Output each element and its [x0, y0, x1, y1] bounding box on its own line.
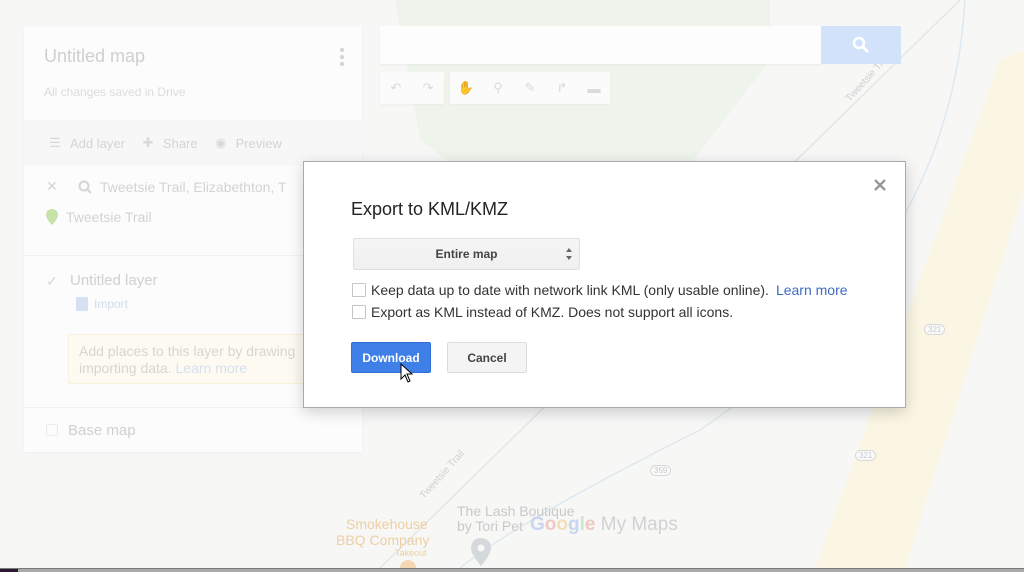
- more-options-icon[interactable]: [340, 48, 344, 66]
- download-button[interactable]: Download: [351, 342, 431, 373]
- poi-sublabel: Takeout: [395, 548, 427, 558]
- file-icon: [76, 297, 88, 311]
- add-person-icon: ✚: [142, 135, 154, 150]
- close-icon: [874, 179, 886, 191]
- poi-label[interactable]: by Tori Pet: [457, 518, 523, 534]
- network-link-checkbox[interactable]: [352, 283, 366, 297]
- cancel-button[interactable]: Cancel: [447, 342, 527, 373]
- poi-label[interactable]: BBQ Company: [336, 532, 429, 548]
- search-icon: [852, 36, 870, 54]
- marker-icon[interactable]: ⚲: [482, 72, 514, 104]
- place-name[interactable]: Tweetsie Trail: [66, 209, 152, 225]
- taskbar: [0, 568, 1024, 572]
- save-status: All changes saved in Drive: [44, 85, 186, 99]
- add-layer-button[interactable]: ☰ Add layer: [46, 135, 125, 151]
- layer-checkbox[interactable]: ✓: [46, 274, 60, 288]
- draw-line-icon[interactable]: ✎: [514, 72, 546, 104]
- export-kml-checkbox[interactable]: [352, 305, 366, 319]
- map-title[interactable]: Untitled map: [44, 46, 342, 67]
- learn-more-link[interactable]: Learn more: [176, 360, 248, 376]
- close-icon[interactable]: ✕: [46, 178, 60, 195]
- search-button[interactable]: [821, 26, 901, 64]
- select-arrows-icon: [566, 248, 572, 260]
- learn-more-link[interactable]: Learn more: [776, 282, 848, 298]
- layer-name[interactable]: Untitled layer: [70, 272, 158, 289]
- poi-label[interactable]: Smokehouse: [346, 516, 428, 532]
- route-shield: 321: [924, 324, 946, 335]
- map-toolbar: ↶ ↷ ✋ ⚲ ✎ ↱ ▬: [380, 72, 614, 104]
- map-pin-icon[interactable]: [470, 537, 492, 567]
- layers-icon: ☰: [49, 135, 61, 150]
- expand-icon[interactable]: [46, 424, 58, 436]
- search-query[interactable]: Tweetsie Trail, Elizabethton, T: [100, 179, 287, 195]
- network-link-option: Keep data up to date with network link K…: [352, 282, 848, 298]
- export-kml-option: Export as KML instead of KMZ. Does not s…: [352, 304, 733, 320]
- dialog-title: Export to KML/KMZ: [351, 199, 509, 219]
- redo-icon[interactable]: ↷: [412, 72, 444, 104]
- hand-icon[interactable]: ✋: [450, 72, 482, 104]
- ruler-icon[interactable]: ▬: [578, 72, 610, 104]
- share-button[interactable]: ✚ Share: [139, 135, 197, 151]
- undo-icon[interactable]: ↶: [380, 72, 412, 104]
- directions-icon[interactable]: ↱: [546, 72, 578, 104]
- route-shield: 321: [855, 450, 877, 461]
- preview-button[interactable]: ◉ Preview: [212, 135, 282, 151]
- export-dialog: Export to KML/KMZ Entire map Keep data u…: [303, 161, 906, 408]
- export-scope-select[interactable]: Entire map: [353, 238, 580, 270]
- google-my-maps-logo: Google My Maps: [530, 514, 678, 535]
- close-button[interactable]: [871, 176, 889, 194]
- route-shield: 359: [650, 465, 672, 476]
- search-icon: [78, 180, 92, 194]
- place-pin-icon: [46, 209, 58, 225]
- mouse-cursor-icon: [400, 363, 414, 383]
- map-search-input[interactable]: [380, 26, 822, 64]
- base-map-row[interactable]: Base map: [24, 408, 362, 452]
- eye-icon: ◉: [214, 135, 227, 150]
